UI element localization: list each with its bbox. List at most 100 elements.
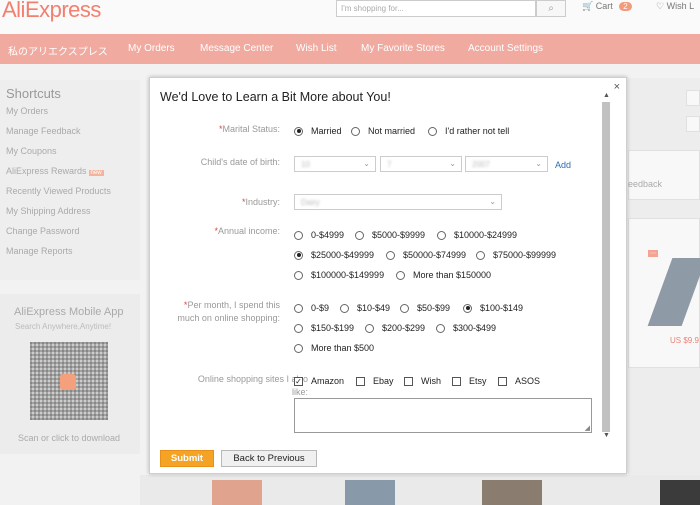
app-logo-icon: [60, 374, 76, 390]
bottom-product-2[interactable]: [345, 480, 395, 505]
sidebar-link-my-coupons[interactable]: My Coupons: [6, 146, 57, 156]
radio[interactable]: [428, 126, 437, 136]
radio[interactable]: [294, 343, 303, 353]
year-select[interactable]: 2007 ⌄: [465, 156, 548, 172]
day-select[interactable]: 7 ⌄: [380, 156, 462, 172]
radio[interactable]: [294, 230, 303, 240]
radio[interactable]: [476, 250, 485, 260]
checkbox[interactable]: [404, 376, 413, 386]
month-select[interactable]: 10 ⌄: [294, 156, 376, 172]
sidebar-link-rewards[interactable]: AliExpress Rewards new: [6, 166, 104, 176]
aliexpress-logo[interactable]: AliExpress: [2, 0, 101, 23]
sidebar-link-manage-feedback[interactable]: Manage Feedback: [6, 126, 81, 136]
search-input[interactable]: I'm shopping for...: [336, 0, 536, 17]
spend-option-4[interactable]: $100-$149: [463, 303, 523, 313]
radio[interactable]: [294, 303, 303, 313]
nav-message-center[interactable]: Message Center: [200, 43, 273, 54]
income-option-7[interactable]: $100000-$149999: [294, 270, 384, 280]
sidebar-link-recently-viewed[interactable]: Recently Viewed Products: [6, 186, 111, 196]
radio[interactable]: [351, 126, 360, 136]
spend-option-6[interactable]: $200-$299: [365, 323, 425, 333]
nav-account-settings[interactable]: Account Settings: [468, 43, 543, 54]
income-option-4[interactable]: $25000-$49999: [294, 250, 374, 260]
nav-wish-list[interactable]: Wish List: [296, 43, 337, 54]
radio[interactable]: [294, 323, 303, 333]
scrollbar-thumb[interactable]: [602, 102, 610, 432]
marital-option-no-tell[interactable]: I'd rather not tell: [428, 126, 509, 136]
radio[interactable]: [437, 230, 446, 240]
income-option-3[interactable]: $10000-$24999: [437, 230, 517, 240]
site-option-amazon[interactable]: ✓ Amazon: [294, 376, 344, 386]
marital-label: *Marital Status:: [218, 124, 280, 134]
scan-download-text[interactable]: Scan or click to download: [18, 433, 120, 443]
chevron-down-icon: ⌄: [363, 159, 370, 168]
radio[interactable]: [400, 303, 409, 313]
site-option-etsy[interactable]: Etsy: [452, 376, 487, 386]
site-option-asos[interactable]: ASOS: [498, 376, 540, 386]
nav-my-aliexpress[interactable]: 私のアリエクスプレス: [8, 43, 108, 58]
shortcuts-title: Shortcuts: [6, 86, 61, 101]
survey-modal: We'd Love to Learn a Bit More about You!…: [149, 77, 627, 474]
sidebar-link-manage-reports[interactable]: Manage Reports: [6, 246, 73, 256]
radio[interactable]: [396, 270, 405, 280]
spend-option-2[interactable]: $10-$49: [340, 303, 390, 313]
radio[interactable]: [436, 323, 445, 333]
right-control-1[interactable]: [686, 90, 700, 106]
income-label: *Annual income:: [214, 226, 280, 236]
product-price: US $9.9: [670, 336, 699, 345]
search-icon[interactable]: ⌕: [536, 0, 566, 17]
radio-selected[interactable]: [463, 303, 472, 313]
income-option-5[interactable]: $50000-$74999: [386, 250, 466, 260]
spend-option-1[interactable]: 0-$9: [294, 303, 329, 313]
bottom-product-4[interactable]: [660, 480, 700, 505]
sidebar-link-shipping-address[interactable]: My Shipping Address: [6, 206, 91, 216]
checkbox[interactable]: [356, 376, 365, 386]
income-option-1[interactable]: 0-$4999: [294, 230, 344, 240]
right-control-2[interactable]: [686, 116, 700, 132]
back-to-previous-button[interactable]: Back to Previous: [221, 450, 317, 467]
spend-option-3[interactable]: $50-$99: [400, 303, 450, 313]
spend-option-5[interactable]: $150-$199: [294, 323, 354, 333]
income-option-2[interactable]: $5000-$9999: [355, 230, 425, 240]
close-icon[interactable]: ×: [614, 81, 620, 93]
bottom-product-3[interactable]: [482, 480, 542, 505]
checkbox[interactable]: [452, 376, 461, 386]
sidebar-link-change-password[interactable]: Change Password: [6, 226, 80, 236]
site-option-ebay[interactable]: Ebay: [356, 376, 394, 386]
spend-option-7[interactable]: $300-$499: [436, 323, 496, 333]
checkbox[interactable]: [498, 376, 507, 386]
industry-select[interactable]: Dairy ⌄: [294, 194, 502, 210]
spend-option-8[interactable]: More than $500: [294, 343, 374, 353]
cart-count-badge: 2: [619, 2, 632, 11]
radio-selected[interactable]: [294, 126, 303, 136]
sale-tag: ⋯: [648, 250, 658, 257]
radio[interactable]: [386, 250, 395, 260]
marital-option-married[interactable]: Married: [294, 126, 342, 136]
cart-label: Cart: [595, 1, 613, 11]
scroll-down-icon[interactable]: ▼: [602, 432, 611, 440]
radio[interactable]: [365, 323, 374, 333]
other-sites-textarea[interactable]: ◢: [294, 398, 592, 433]
submit-button[interactable]: Submit: [160, 450, 214, 467]
radio[interactable]: [294, 270, 303, 280]
radio[interactable]: [355, 230, 364, 240]
site-option-wish[interactable]: Wish: [404, 376, 441, 386]
radio[interactable]: [340, 303, 349, 313]
sidebar-link-my-orders[interactable]: My Orders: [6, 106, 48, 116]
scroll-up-icon[interactable]: ▲: [602, 92, 611, 100]
wish-link[interactable]: ♡ Wish L: [656, 1, 694, 12]
add-child-link[interactable]: Add: [555, 160, 571, 170]
income-option-8[interactable]: More than $150000: [396, 270, 491, 280]
nav-my-orders[interactable]: My Orders: [128, 43, 175, 54]
nav-favorite-stores[interactable]: My Favorite Stores: [361, 43, 445, 54]
checkbox-checked[interactable]: ✓: [294, 376, 303, 386]
feedback-card: [628, 150, 700, 200]
resize-handle-icon[interactable]: ◢: [585, 424, 590, 432]
bottom-product-1[interactable]: [212, 480, 262, 505]
mobile-app-subtitle: Search Anywhere,Anytime!: [15, 322, 112, 331]
radio-selected[interactable]: [294, 250, 303, 260]
cart-link[interactable]: 🛒 Cart 2: [582, 1, 632, 12]
top-header: AliExpress I'm shopping for... ⌕ 🛒 Cart …: [0, 0, 700, 34]
marital-option-not-married[interactable]: Not married: [351, 126, 415, 136]
income-option-6[interactable]: $75000-$99999: [476, 250, 556, 260]
